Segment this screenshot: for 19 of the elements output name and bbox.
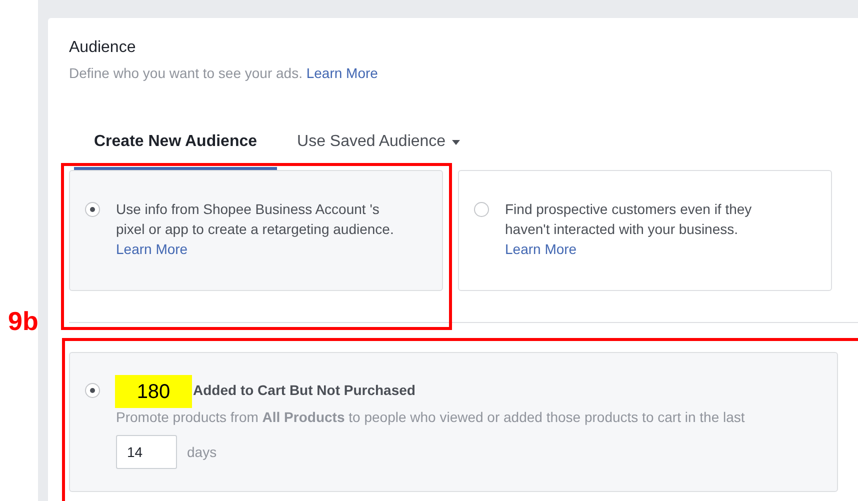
option-description: Promote products from All Products to people who viewed or added those products to cart in the last — [116, 408, 745, 427]
option-description: Use info from Shopee Business Account 's pixel or app to create a retargeting audience. — [116, 200, 395, 239]
radio-button[interactable] — [85, 383, 100, 398]
option-description: Find prospective customers even if they haven't interacted with your business. — [505, 200, 753, 239]
option-title: Added to Cart But Not Purchased — [193, 381, 416, 400]
radio-button[interactable] — [85, 202, 100, 217]
section-title: Audience — [69, 38, 137, 58]
learn-more-link[interactable]: Learn More — [116, 241, 188, 257]
days-label: days — [187, 442, 217, 462]
audience-option-card[interactable]: Use info from Shopee Business Account 's pixel or app to create a retargeting audience. Learn More — [69, 170, 443, 291]
days-input[interactable]: 14 — [116, 435, 177, 469]
audience-tab[interactable]: Use Saved Audience — [277, 130, 480, 170]
radio-button[interactable] — [474, 202, 489, 217]
learn-more-link[interactable]: Learn More — [306, 65, 378, 81]
annotation-sticker: 180 — [115, 375, 192, 408]
section-subtitle: Define who you want to see your ads. — [69, 65, 302, 81]
annotation-label: 9b — [8, 305, 38, 338]
learn-more-link[interactable]: Learn More — [505, 241, 577, 257]
audience-option-card[interactable]: Find prospective customers even if they haven't interacted with your business. Learn More — [458, 170, 832, 291]
